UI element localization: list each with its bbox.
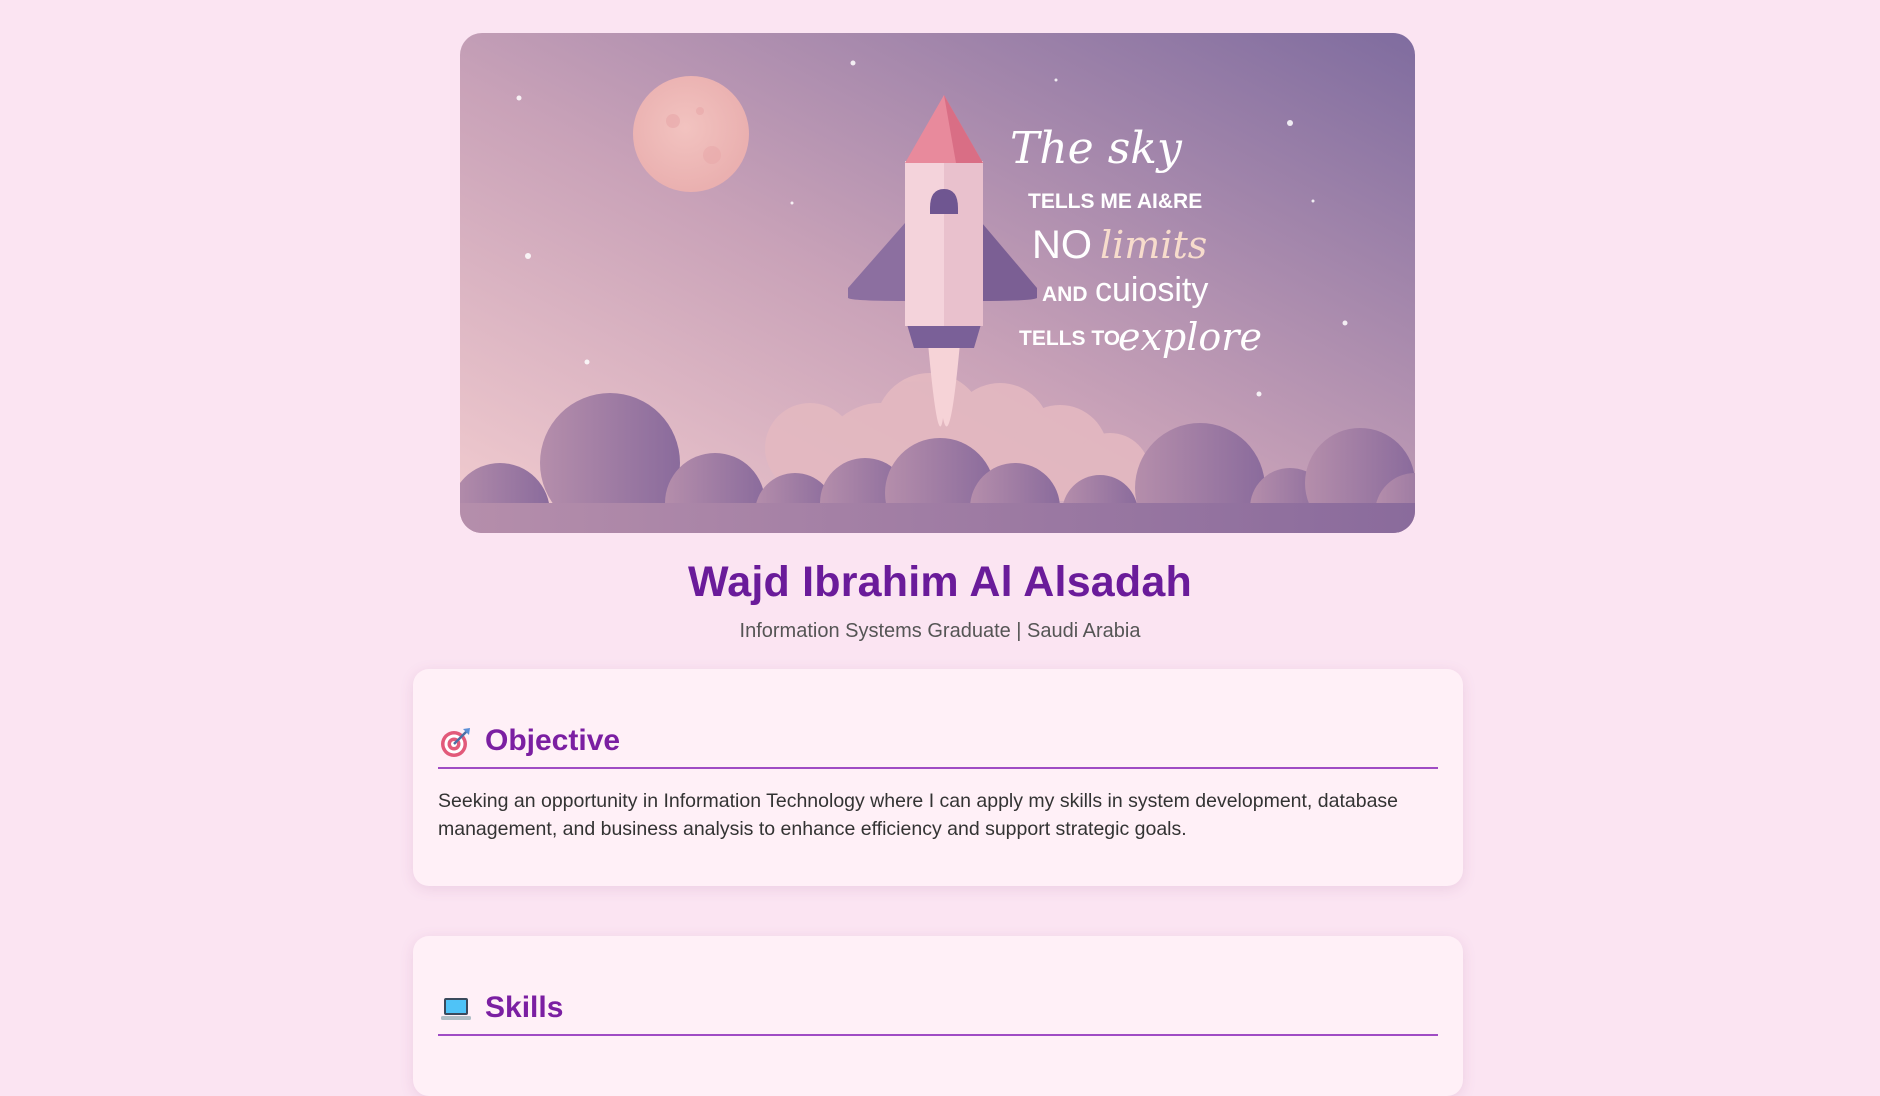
banner-quote-line5-b: explore bbox=[1118, 315, 1262, 359]
profile-subtitle: Information Systems Graduate | Saudi Ara… bbox=[739, 620, 1141, 642]
skills-card: Skills bbox=[413, 936, 1463, 1096]
banner-quote-line1: The sky bbox=[1010, 123, 1183, 174]
profile-name: Wajd Ibrahim Al Alsadah bbox=[688, 558, 1192, 606]
skills-title: Skills bbox=[485, 991, 564, 1024]
hero-banner-image: The sky TELLS ME AI&RE NO limits AND cui… bbox=[460, 33, 1415, 533]
moon-icon bbox=[633, 76, 749, 192]
banner-quote-line4-a: AND bbox=[1042, 283, 1088, 306]
banner-quote-line3-a: NO bbox=[1032, 223, 1092, 267]
objective-heading: Objective bbox=[438, 714, 1438, 769]
objective-title: Objective bbox=[485, 724, 621, 757]
target-icon bbox=[441, 728, 470, 757]
skills-heading: Skills bbox=[438, 981, 1438, 1036]
banner-quote-line4-b: cuiosity bbox=[1095, 271, 1208, 309]
objective-text: Seeking an opportunity in Information Te… bbox=[438, 790, 1399, 840]
banner-quote-line5-a: TELLS TO bbox=[1019, 327, 1120, 350]
objective-card: Objective Seeking an opportunity in Info… bbox=[413, 669, 1463, 886]
laptop-icon bbox=[441, 998, 471, 1020]
banner-quote-line2: TELLS ME AI&RE bbox=[1028, 190, 1202, 213]
banner-quote-line3-b: limits bbox=[1100, 223, 1207, 267]
